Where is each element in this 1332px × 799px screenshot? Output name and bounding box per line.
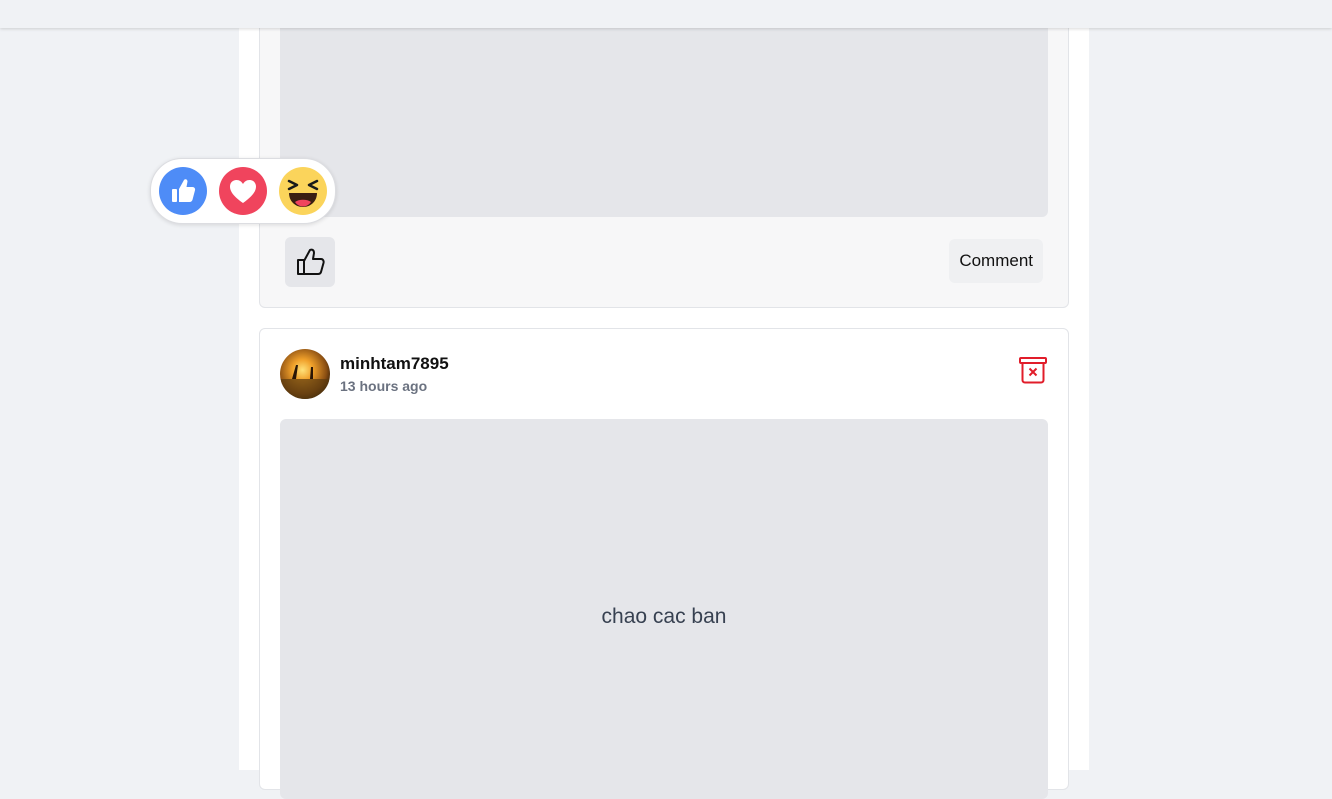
- post-media: [280, 0, 1048, 217]
- post-card: minhtam7895 13 hours ago chao cac ban: [259, 328, 1069, 799]
- thumbs-up-outline-icon: [297, 248, 325, 275]
- reaction-like-button[interactable]: [159, 167, 207, 215]
- top-navigation-bar: [0, 0, 1332, 28]
- avatar-image: [280, 349, 330, 399]
- like-button[interactable]: [285, 237, 335, 287]
- thumbs-up-icon: [172, 179, 196, 202]
- laughing-face-icon: [287, 179, 319, 207]
- heart-icon: [230, 180, 256, 203]
- avatar[interactable]: [280, 349, 330, 399]
- delete-post-button[interactable]: [1018, 355, 1048, 385]
- post-text: chao cac ban: [601, 605, 727, 628]
- reaction-love-button[interactable]: [219, 167, 267, 215]
- feed-column: Comment minhtam7895 13 hours ago chao ca…: [239, 0, 1089, 799]
- post-timestamp: 13 hours ago: [340, 378, 428, 394]
- reaction-picker: [150, 158, 336, 224]
- post-text-background: chao cac ban: [280, 419, 1048, 799]
- post-card-previous: Comment: [259, 0, 1069, 308]
- trash-delete-icon: [1019, 357, 1047, 384]
- post-author[interactable]: minhtam7895: [340, 354, 449, 374]
- comment-button[interactable]: Comment: [949, 239, 1043, 283]
- reaction-haha-button[interactable]: [279, 167, 327, 215]
